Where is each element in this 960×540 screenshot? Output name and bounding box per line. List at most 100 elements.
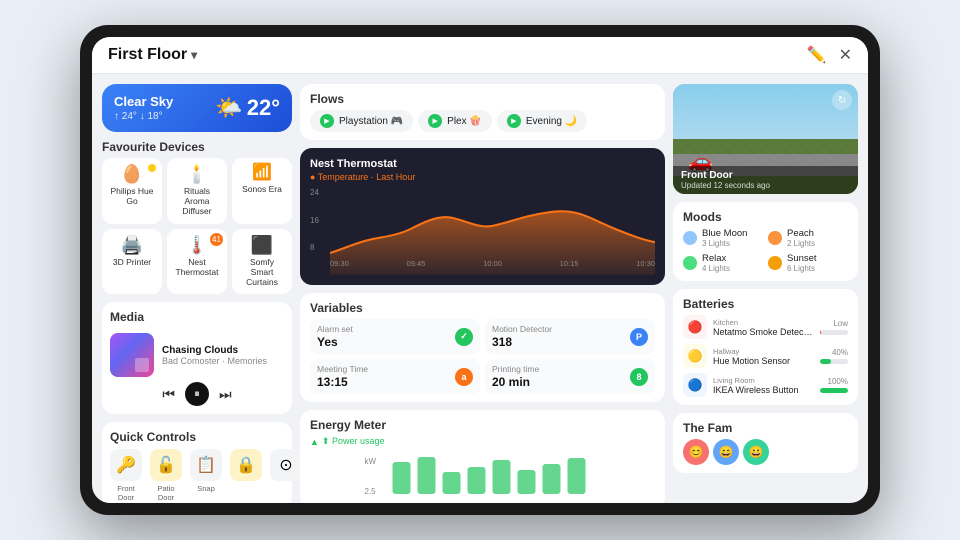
- fam-avatar-3: 😀: [743, 439, 769, 465]
- ikea-bar-bg: [820, 388, 848, 393]
- chart-area: 24 16 8: [310, 188, 655, 268]
- netatmo-battery-level: Low: [820, 319, 848, 335]
- chart-y-labels: 24 16 8: [310, 188, 328, 252]
- quick-controls-section: Quick Controls 🔑 Front Door 🔓 Patio Door…: [102, 422, 292, 503]
- relax-info: Relax 4 Lights: [702, 253, 730, 273]
- relax-count: 4 Lights: [702, 264, 730, 273]
- y-label-8: 8: [310, 243, 328, 252]
- x-label-0945: 09:45: [407, 259, 426, 268]
- battery-list: 🔴 Kitchen Netatmo Smoke Detector Low: [683, 315, 848, 397]
- weather-card[interactable]: Clear Sky ↑ 24° ↓ 18° 🌤️ 22°: [102, 84, 292, 132]
- var-printing-info: Printing time 20 min: [492, 364, 539, 389]
- weather-temps: ↑ 24° ↓ 18°: [114, 111, 173, 122]
- play-pause-button[interactable]: ⏸: [185, 382, 209, 406]
- flow-evening[interactable]: ▶ Evening 🌙: [497, 110, 587, 132]
- var-printing-label: Printing time: [492, 364, 539, 374]
- device-philips-hue[interactable]: 🥚 Philips Hue Go: [102, 158, 162, 224]
- sunset-color: [768, 256, 782, 270]
- batteries-section: Batteries 🔴 Kitchen Netatmo Smoke Detect…: [673, 289, 858, 405]
- netatmo-bar-bg: [820, 330, 848, 335]
- top-bar-actions: ✏️ ✕: [807, 45, 852, 65]
- var-meeting-label: Meeting Time: [317, 364, 368, 374]
- quick-control-snap[interactable]: 📋 Snap: [190, 449, 222, 502]
- thermostat-title: Nest Thermostat: [310, 158, 655, 170]
- fam-avatar-2: 😄: [713, 439, 739, 465]
- var-printing[interactable]: Printing time 20 min 8: [485, 359, 655, 394]
- var-meeting[interactable]: Meeting Time 13:15 a: [310, 359, 480, 394]
- device-nest[interactable]: 🌡️ 41 Nest Thermostat: [167, 229, 227, 295]
- var-printing-value: 20 min: [492, 375, 539, 389]
- variables-section: Variables Alarm set Yes ✓ Motion Detecto…: [300, 293, 665, 402]
- mood-blue-moon[interactable]: Blue Moon 3 Lights: [683, 228, 763, 248]
- device-sonos[interactable]: 📶 Sonos Era: [232, 158, 292, 224]
- close-icon[interactable]: ✕: [839, 45, 852, 65]
- snap-icon: 📋: [190, 449, 222, 481]
- hue-bar-bg: [820, 359, 848, 364]
- camera-label: Front Door Updated 12 seconds ago: [673, 166, 858, 194]
- quick-control-circle[interactable]: ⊙: [270, 449, 302, 502]
- flow-plex[interactable]: ▶ Plex 🍿: [418, 110, 492, 132]
- var-motion-label: Motion Detector: [492, 324, 552, 334]
- camera-name: Front Door: [681, 170, 850, 181]
- x-label-1015: 10:15: [560, 259, 579, 268]
- device-3d-printer[interactable]: 🖨️ 3D Printer: [102, 229, 162, 295]
- flow-playstation-label: Playstation 🎮: [339, 116, 403, 127]
- sunset-info: Sunset 6 Lights: [787, 253, 817, 273]
- patio-door-label: Patio Door: [150, 484, 182, 502]
- hue-sensor-icon: 🟡: [683, 344, 707, 368]
- media-track: Chasing Clouds: [162, 345, 284, 356]
- album-art-inner: [110, 333, 154, 377]
- quick-control-front-door[interactable]: 🔑 Front Door: [110, 449, 142, 502]
- front-door-icon: 🔑: [110, 449, 142, 481]
- weather-temperature: 22°: [247, 95, 280, 121]
- flow-playstation[interactable]: ▶ Playstation 🎮: [310, 110, 413, 132]
- mood-sunset[interactable]: Sunset 6 Lights: [768, 253, 848, 273]
- var-printing-badge: 8: [630, 368, 648, 386]
- home-title[interactable]: First Floor ▾: [108, 46, 197, 64]
- svg-text:2.5: 2.5: [365, 487, 377, 496]
- ikea-bar-fill: [820, 388, 848, 393]
- next-button[interactable]: ⏭: [217, 384, 234, 405]
- ikea-pct: 100%: [828, 377, 848, 386]
- var-motion-info: Motion Detector 318: [492, 324, 552, 349]
- y-label-16: 16: [310, 216, 328, 225]
- up-arrow-icon: ▲: [310, 437, 319, 447]
- flow-plex-label: Plex 🍿: [447, 116, 482, 127]
- var-alarm-info: Alarm set Yes: [317, 324, 353, 349]
- device-somfy[interactable]: ⬛ Somfy Smart Curtains: [232, 229, 292, 295]
- blue-moon-name: Blue Moon: [702, 228, 747, 239]
- battery-hue: 🟡 Hallway Hue Motion Sensor 40%: [683, 344, 848, 368]
- somfy-icon: ⬛: [251, 236, 273, 254]
- x-label-1030: 10:30: [636, 259, 655, 268]
- blue-moon-info: Blue Moon 3 Lights: [702, 228, 747, 248]
- ikea-name: IKEA Wireless Button: [713, 385, 814, 395]
- netatmo-pct: Low: [833, 319, 848, 328]
- hue-location: Hallway: [713, 347, 814, 356]
- media-info: Chasing Clouds Bad Comoster · Memories: [162, 345, 284, 366]
- media-player: Chasing Clouds Bad Comoster · Memories: [110, 333, 284, 377]
- middle-column: Flows ▶ Playstation 🎮 ▶ Plex 🍿 ▶ Eveni: [300, 84, 665, 503]
- main-content: Clear Sky ↑ 24° ↓ 18° 🌤️ 22° Favourite D…: [92, 74, 868, 503]
- var-motion[interactable]: Motion Detector 318 P: [485, 319, 655, 354]
- netatmo-bar-fill: [820, 330, 821, 335]
- nest-label: Nest Thermostat: [173, 257, 221, 277]
- weather-icon: 🌤️: [215, 95, 242, 121]
- edit-icon[interactable]: ✏️: [807, 45, 827, 65]
- weather-condition: Clear Sky: [114, 94, 173, 109]
- patio-door-icon: 🔓: [150, 449, 182, 481]
- lock-icon: 🔒: [230, 449, 262, 481]
- quick-control-patio[interactable]: 🔓 Patio Door: [150, 449, 182, 502]
- flow-items: ▶ Playstation 🎮 ▶ Plex 🍿 ▶ Evening 🌙: [310, 110, 655, 132]
- battery-ikea: 🔵 Living Room IKEA Wireless Button 100%: [683, 373, 848, 397]
- thermostat-card: Nest Thermostat ● Temperature · Last Hou…: [300, 148, 665, 285]
- nest-badge: 41: [210, 233, 223, 246]
- var-alarm[interactable]: Alarm set Yes ✓: [310, 319, 480, 354]
- thermostat-subtitle: ● Temperature · Last Hour: [310, 172, 655, 182]
- prev-button[interactable]: ⏮: [160, 384, 177, 405]
- device-rituals[interactable]: 🕯️ Rituals Aroma Diffuser: [167, 158, 227, 224]
- mood-relax[interactable]: Relax 4 Lights: [683, 253, 763, 273]
- mood-peach[interactable]: Peach 2 Lights: [768, 228, 848, 248]
- printer-label: 3D Printer: [113, 257, 151, 267]
- quick-control-lock[interactable]: 🔒: [230, 449, 262, 502]
- camera-refresh-button[interactable]: ↻: [832, 90, 852, 110]
